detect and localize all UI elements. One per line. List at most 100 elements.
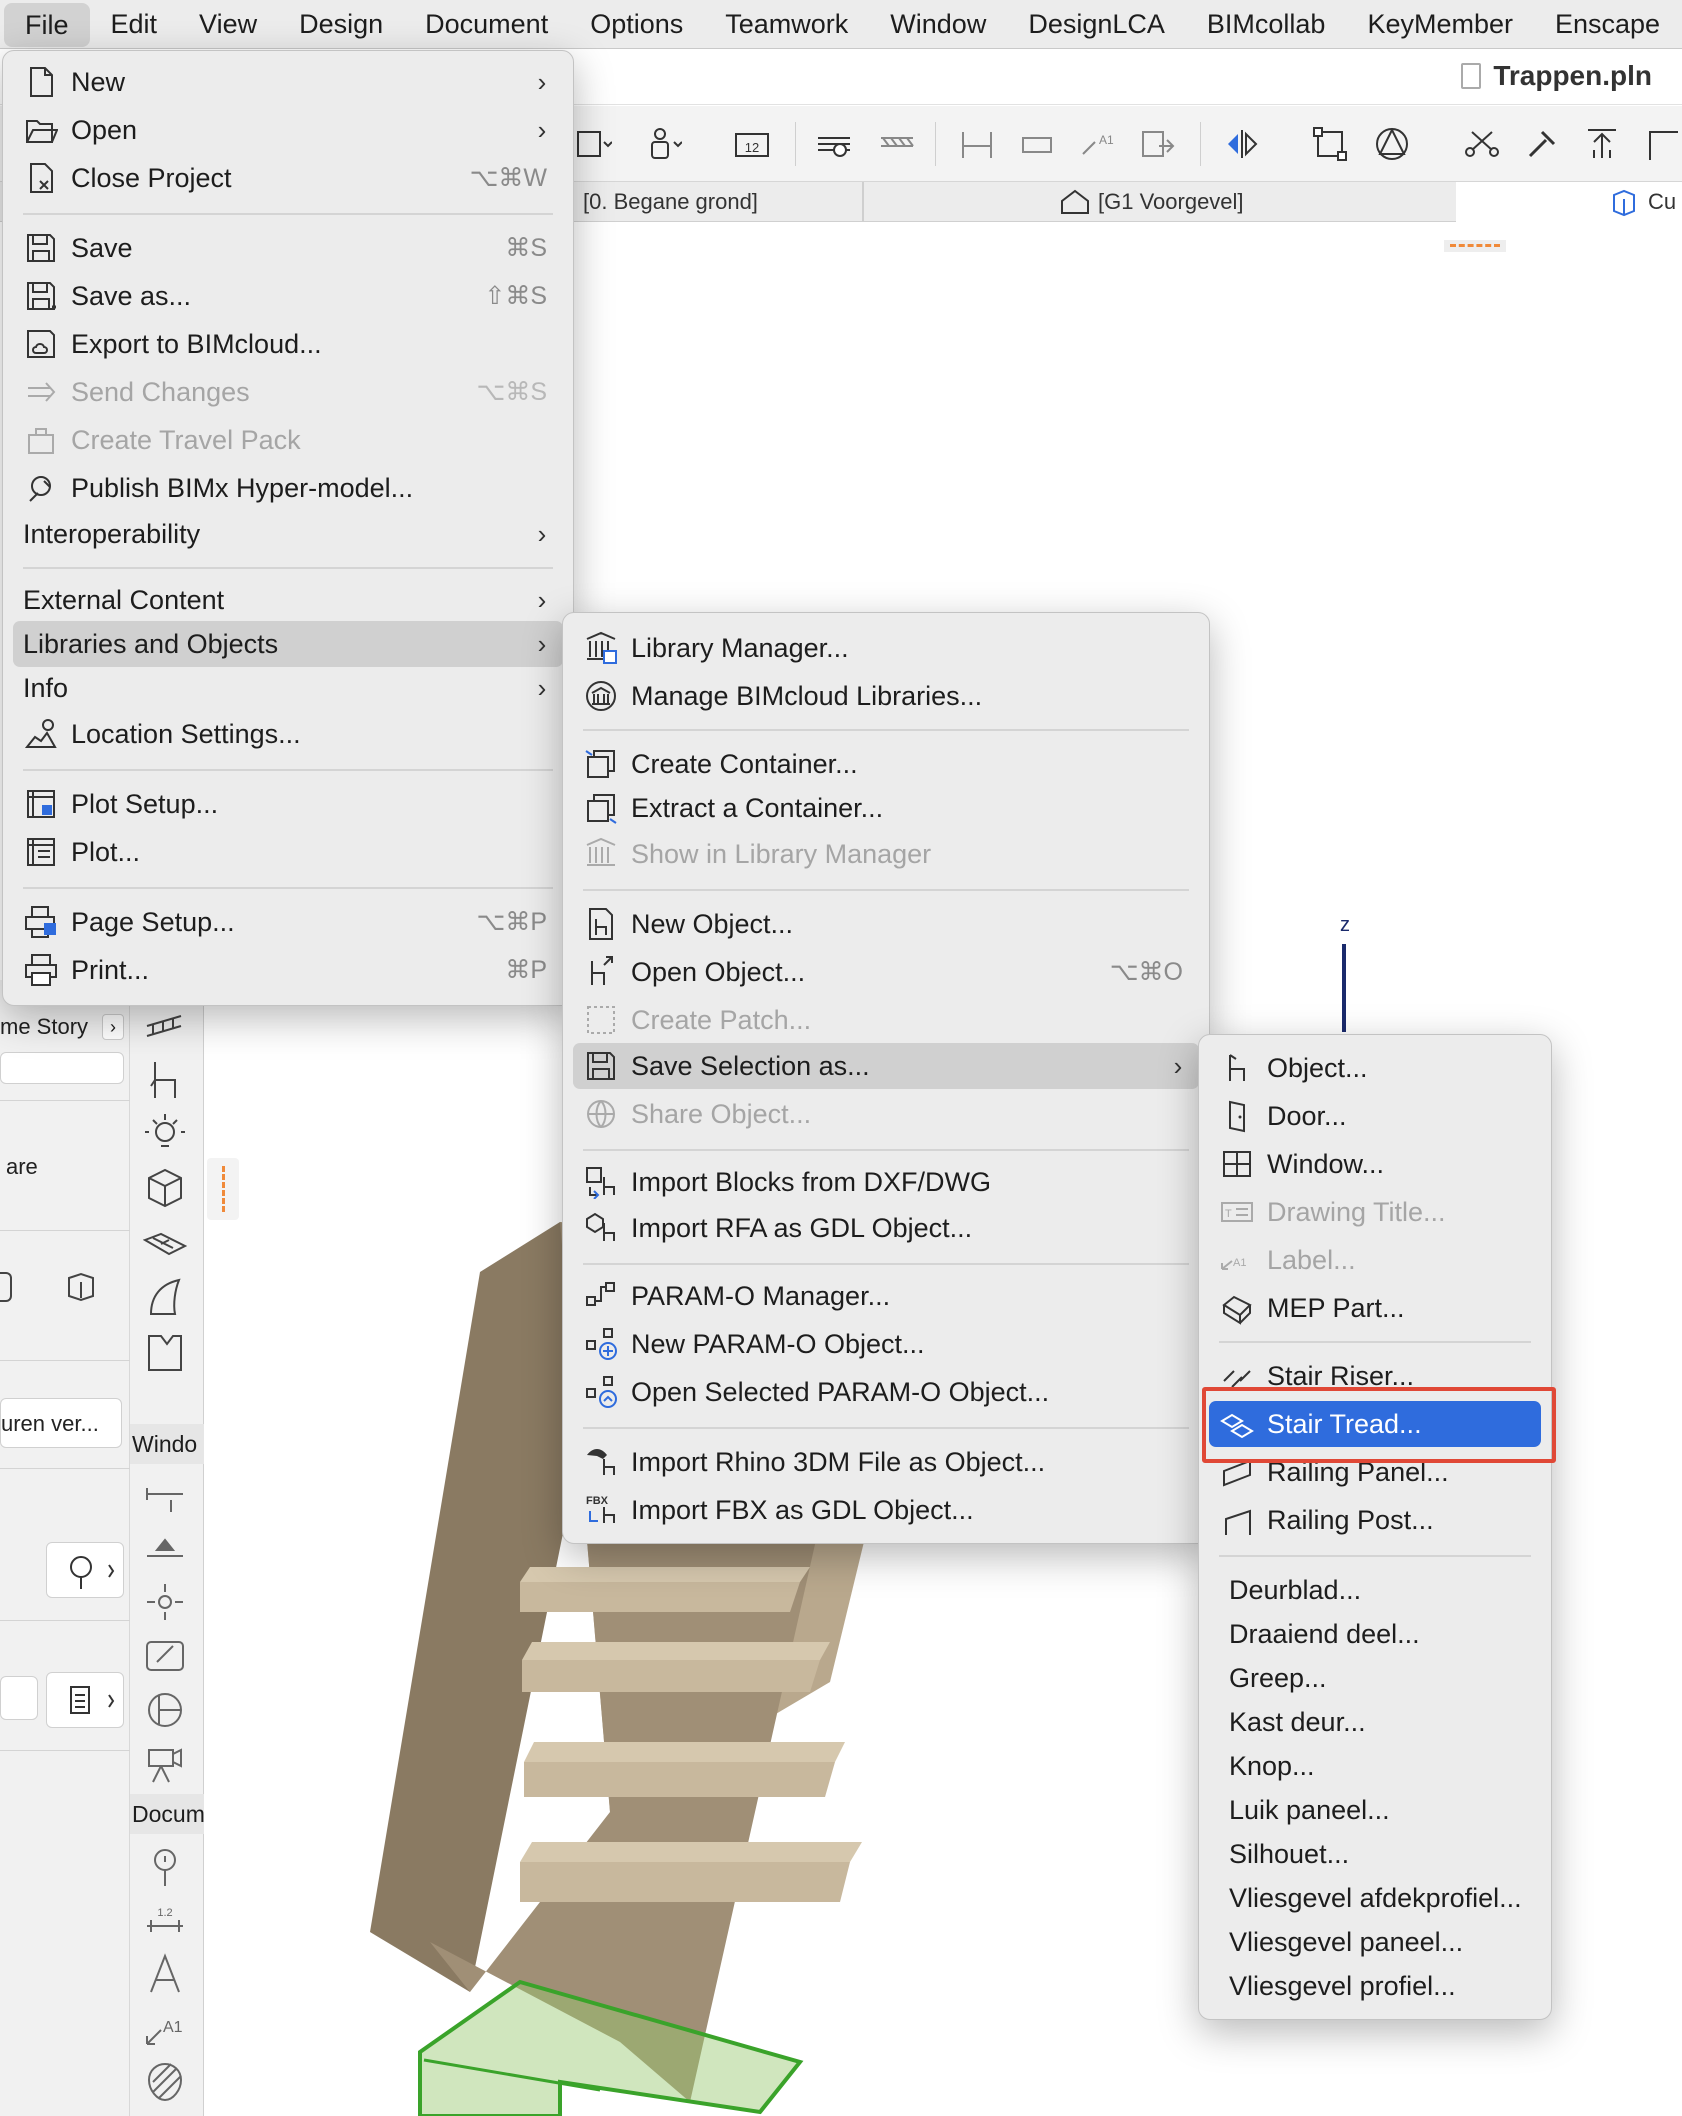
story-chevron-button[interactable]: ›: [102, 1014, 124, 1040]
menu-item-open-object[interactable]: Open Object... ⌥⌘O: [573, 949, 1199, 995]
edit-tool-icon[interactable]: [140, 1634, 190, 1678]
menu-item-import-rfa[interactable]: Import RFA as GDL Object...: [573, 1205, 1199, 1251]
menu-item-param-o-manager[interactable]: PARAM-O Manager...: [573, 1273, 1199, 1319]
layer-selector[interactable]: uren ver...: [0, 1398, 122, 1448]
text-tool-icon[interactable]: [140, 1952, 190, 1996]
level-tool-icon[interactable]: [140, 1526, 190, 1570]
menu-edit[interactable]: Edit: [90, 0, 179, 49]
mirror-icon[interactable]: [1220, 122, 1264, 166]
split-icon[interactable]: [1460, 122, 1504, 166]
menu-item-vliesgevel-profiel[interactable]: Vliesgevel profiel...: [1209, 1963, 1541, 2009]
section-icon[interactable]: [1015, 122, 1059, 166]
mesh-icon[interactable]: [140, 1222, 190, 1266]
menu-item-location-settings[interactable]: Location Settings...: [13, 711, 563, 757]
menu-window[interactable]: Window: [869, 0, 1007, 49]
menu-item-new[interactable]: New ›: [13, 59, 563, 105]
cylinder-icon[interactable]: [66, 1272, 96, 1302]
group-icon[interactable]: [1308, 122, 1352, 166]
menu-item-plot[interactable]: Plot...: [13, 829, 563, 875]
value-field[interactable]: [0, 1676, 38, 1720]
layer-combo-icon[interactable]: [570, 122, 614, 166]
menu-item-kast-deur[interactable]: Kast deur...: [1209, 1699, 1541, 1745]
menu-item-railing-post[interactable]: Railing Post...: [1209, 1497, 1541, 1543]
label-tool-small-icon[interactable]: A1: [140, 2006, 190, 2050]
menu-item-export-bimcloud[interactable]: Export to BIMcloud...: [13, 321, 563, 367]
menu-item-open[interactable]: Open ›: [13, 107, 563, 153]
scale-icon[interactable]: 12: [730, 122, 774, 166]
menu-item-save-as[interactable]: Save as... ⇧⌘S: [13, 273, 563, 319]
dimension-tool-icon[interactable]: [140, 1474, 190, 1518]
menu-item-external-content[interactable]: External Content ›: [13, 577, 563, 623]
tab-floor-plan[interactable]: [0. Begane grond]: [583, 182, 758, 222]
menu-item-info[interactable]: Info ›: [13, 665, 563, 711]
window-tool-group[interactable]: Windo: [130, 1424, 204, 1464]
tree-button[interactable]: [46, 1542, 124, 1598]
shell-icon[interactable]: [140, 1276, 190, 1320]
menu-item-manage-bimcloud-libraries[interactable]: Manage BIMcloud Libraries...: [573, 673, 1199, 719]
menu-item-new-object[interactable]: New Object...: [573, 901, 1199, 947]
menu-item-luik-paneel[interactable]: Luik paneel...: [1209, 1787, 1541, 1833]
menu-item-extract-container[interactable]: Extract a Container...: [573, 785, 1199, 831]
menu-item-greep[interactable]: Greep...: [1209, 1655, 1541, 1701]
adjust-icon[interactable]: [1520, 122, 1564, 166]
menu-item-close-project[interactable]: Close Project ⌥⌘W: [13, 155, 563, 201]
marquee-tool-icon[interactable]: [140, 1580, 190, 1624]
layers-eye-icon[interactable]: [812, 122, 856, 166]
menu-bimcollab[interactable]: BIMcollab: [1186, 0, 1347, 49]
menu-item-library-manager[interactable]: Library Manager...: [573, 625, 1199, 671]
menu-item-save-selection-as[interactable]: Save Selection as... ›: [573, 1043, 1199, 1089]
shape-icon[interactable]: [1370, 122, 1414, 166]
menu-design[interactable]: Design: [278, 0, 404, 49]
menu-file[interactable]: File: [4, 3, 90, 47]
person-icon[interactable]: [640, 122, 684, 166]
label-tool-icon[interactable]: A1: [1075, 122, 1119, 166]
menu-item-vliesgevel-afdekprofiel[interactable]: Vliesgevel afdekprofiel...: [1209, 1875, 1541, 1921]
menu-item-import-rhino[interactable]: Import Rhino 3DM File as Object...: [573, 1439, 1199, 1485]
menu-item-page-setup[interactable]: Page Setup... ⌥⌘P: [13, 899, 563, 945]
morph-icon[interactable]: [140, 1330, 190, 1374]
export-icon[interactable]: [1135, 122, 1179, 166]
menu-item-print[interactable]: Print... ⌘P: [13, 947, 563, 993]
menu-view[interactable]: View: [178, 0, 278, 49]
tab-3d[interactable]: Cu: [1456, 182, 1682, 222]
menu-item-create-container[interactable]: Create Container...: [573, 741, 1199, 787]
menu-item-vliesgevel-paneel[interactable]: Vliesgevel paneel...: [1209, 1919, 1541, 1965]
tab-elevation[interactable]: [G1 Voorgevel]: [1060, 182, 1244, 222]
menu-item-draaiend-deel[interactable]: Draaiend deel...: [1209, 1611, 1541, 1657]
menu-item-open-selected-param-o[interactable]: Open Selected PARAM-O Object...: [573, 1369, 1199, 1415]
stair-tool-icon[interactable]: [140, 1002, 190, 1046]
menu-item-silhouet[interactable]: Silhouet...: [1209, 1831, 1541, 1877]
pin-tool-icon[interactable]: [140, 1844, 190, 1888]
section-tool-icon[interactable]: [140, 1688, 190, 1732]
menu-item-publish-bimx[interactable]: Publish BIMx Hyper-model...: [13, 465, 563, 511]
elevate-icon[interactable]: [1580, 122, 1624, 166]
dimension-label-icon[interactable]: 1.2: [140, 1898, 190, 1942]
menu-item-mep-part[interactable]: MEP Part...: [1209, 1285, 1541, 1331]
menu-item-interoperability[interactable]: Interoperability ›: [13, 511, 563, 557]
menu-item-door[interactable]: Door...: [1209, 1093, 1541, 1139]
menu-item-deurblad[interactable]: Deurblad...: [1209, 1567, 1541, 1613]
chair-object-icon[interactable]: [140, 1058, 190, 1102]
menu-item-object[interactable]: Object...: [1209, 1045, 1541, 1091]
story-field[interactable]: [0, 1052, 124, 1084]
menu-options[interactable]: Options: [569, 0, 704, 49]
dimension-icon[interactable]: [955, 122, 999, 166]
menu-item-plot-setup[interactable]: Plot Setup...: [13, 781, 563, 827]
hatch-icon[interactable]: [875, 122, 919, 166]
menu-designlca[interactable]: DesignLCA: [1007, 0, 1186, 49]
menu-item-import-dxf-dwg[interactable]: Import Blocks from DXF/DWG: [573, 1159, 1199, 1205]
lamp-icon[interactable]: [140, 1112, 190, 1156]
menu-keymember[interactable]: KeyMember: [1346, 0, 1534, 49]
menu-item-libraries-and-objects[interactable]: Libraries and Objects ›: [13, 621, 563, 667]
document-tool-group[interactable]: Docum: [130, 1794, 204, 1834]
fill-tool-icon[interactable]: [140, 2060, 190, 2104]
menu-teamwork[interactable]: Teamwork: [704, 0, 869, 49]
menu-item-import-fbx[interactable]: FBX Import FBX as GDL Object...: [573, 1487, 1199, 1533]
list-button[interactable]: [46, 1672, 124, 1728]
menu-item-save[interactable]: Save ⌘S: [13, 225, 563, 271]
corner-icon[interactable]: [1640, 122, 1682, 166]
menu-item-new-param-o-object[interactable]: New PARAM-O Object...: [573, 1321, 1199, 1367]
menu-item-window[interactable]: Window...: [1209, 1141, 1541, 1187]
zone-icon[interactable]: [140, 1166, 190, 1210]
menu-item-knop[interactable]: Knop...: [1209, 1743, 1541, 1789]
